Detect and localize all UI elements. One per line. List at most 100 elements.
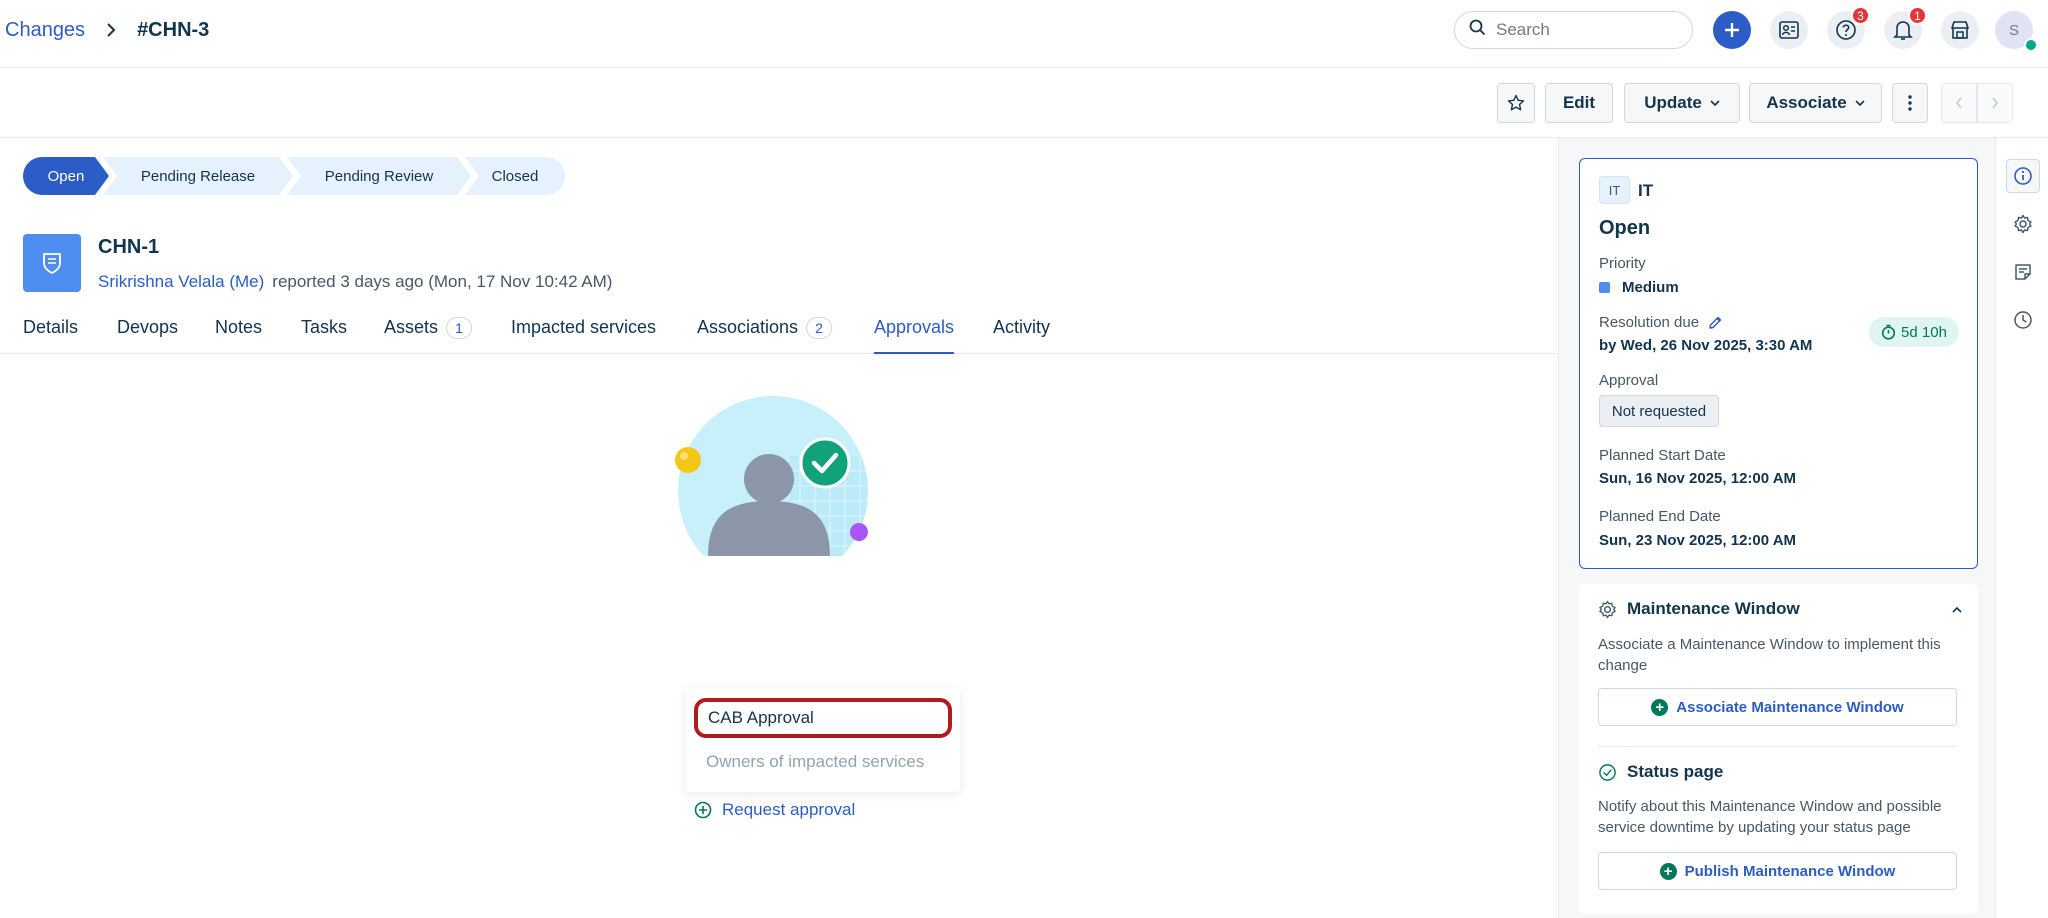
plus-circle-icon: +: [1651, 698, 1669, 716]
top-header: Changes #CHN-3 3 1 S: [0, 0, 2048, 68]
apps-button[interactable]: [1941, 11, 1979, 49]
search-input[interactable]: [1496, 20, 1676, 40]
status-step-closed[interactable]: Closed: [465, 157, 565, 195]
help-badge: 3: [1851, 6, 1870, 25]
planned-start-label: Planned Start Date: [1599, 447, 1726, 464]
tab-label: Notes: [215, 317, 263, 337]
tab-label: Details: [23, 317, 79, 337]
sla-timer-badge: 5d 10h: [1869, 317, 1959, 347]
update-button[interactable]: Update: [1624, 83, 1740, 123]
associations-count: 2: [806, 317, 833, 339]
settings-panel-button[interactable]: [2006, 207, 2040, 241]
associate-label: Associate: [1766, 93, 1847, 112]
tab-label: Assets: [384, 317, 439, 337]
priority-value: Medium: [1599, 279, 1679, 296]
history-panel-button[interactable]: [2006, 303, 2040, 337]
notes-panel-button[interactable]: [2006, 255, 2040, 289]
status-step-pending-review[interactable]: Pending Review: [287, 157, 471, 195]
tab-bar: Details Devops Notes Tasks Assets 1 Impac…: [0, 314, 1558, 354]
ticket-title: CHN-1: [98, 236, 160, 258]
tab-impacted-services[interactable]: Impacted services: [511, 314, 656, 354]
chevron-down-icon: [1710, 99, 1720, 106]
publish-maintenance-window-button[interactable]: + Publish Maintenance Window: [1598, 852, 1957, 890]
workflow-status-bar: Open Pending Release Pending Review Clos…: [23, 157, 565, 195]
favorite-button[interactable]: [1497, 83, 1535, 123]
more-options-button[interactable]: [1892, 83, 1928, 123]
chevron-right-icon: [99, 18, 123, 42]
next-record-button[interactable]: [1977, 83, 2013, 123]
tab-label: Activity: [993, 317, 1051, 337]
status-step-pending-release[interactable]: Pending Release: [103, 157, 293, 195]
tab-details[interactable]: Details: [23, 314, 78, 354]
info-panel-button[interactable]: [2006, 159, 2040, 193]
admin-button[interactable]: [1770, 11, 1808, 49]
planned-end-label: Planned End Date: [1599, 508, 1721, 525]
new-item-button[interactable]: [1713, 11, 1751, 49]
reporter-link[interactable]: Srikrishna Velala (Me): [98, 272, 264, 292]
gear-icon: [2014, 214, 2032, 234]
request-approval-link[interactable]: Request approval: [694, 800, 855, 820]
notifications-button[interactable]: 1: [1884, 6, 1927, 49]
search-icon: [1469, 19, 1486, 41]
search-box[interactable]: [1454, 11, 1693, 49]
tab-notes[interactable]: Notes: [215, 314, 262, 354]
reported-time: reported 3 days ago (Mon, 17 Nov 10:42 A…: [272, 272, 613, 291]
priority-text: Medium: [1622, 279, 1679, 296]
workspace-chip: IT: [1599, 176, 1630, 204]
maintenance-window-title: Maintenance Window: [1627, 599, 1800, 618]
tab-tasks[interactable]: Tasks: [301, 314, 347, 354]
tab-label: Devops: [117, 317, 179, 337]
maintenance-card: Maintenance Window Associate a Maintenan…: [1579, 584, 1978, 914]
tab-assets[interactable]: Assets 1: [384, 314, 473, 354]
clock-icon: [2014, 311, 2032, 329]
edit-button[interactable]: Edit: [1545, 83, 1613, 123]
admin-icon: [1779, 21, 1799, 39]
pencil-icon[interactable]: [1707, 315, 1723, 331]
details-panel: IT IT Open Priority Medium Resolution du…: [1559, 138, 1995, 918]
change-type-icon: [23, 234, 81, 292]
approval-label: Approval: [1599, 372, 1659, 389]
approval-card[interactable]: CAB Approval Owners of impacted services: [686, 688, 960, 792]
status-step-open[interactable]: Open: [23, 157, 109, 195]
breadcrumb-current: #CHN-3: [137, 18, 210, 41]
tab-label: Approvals: [874, 317, 955, 337]
more-vertical-icon: [1908, 95, 1912, 111]
approval-illustration: [675, 396, 868, 556]
right-icon-rail: [1995, 138, 2048, 918]
info-icon: [2014, 167, 2032, 185]
apps-icon: [1950, 21, 1970, 39]
plus-circle-icon: [694, 801, 712, 819]
breadcrumb-changes-link[interactable]: Changes: [5, 19, 85, 42]
sla-value: 5d 10h: [1901, 323, 1947, 341]
plus-icon: [1725, 23, 1739, 37]
workspace-name: IT: [1638, 181, 1654, 200]
maintenance-window-description: Associate a Maintenance Window to implem…: [1598, 636, 1941, 674]
tab-label: Tasks: [301, 317, 348, 337]
star-icon: [1507, 94, 1525, 111]
status-page-icon: [1599, 763, 1616, 781]
update-label: Update: [1644, 93, 1702, 112]
breadcrumb: Changes #CHN-3: [5, 18, 209, 42]
help-button[interactable]: 3: [1827, 6, 1870, 49]
tab-associations[interactable]: Associations 2: [697, 314, 833, 354]
maintenance-window-header[interactable]: Maintenance Window: [1598, 599, 1800, 619]
gear-icon: [1599, 600, 1616, 618]
associate-maintenance-window-label: Associate Maintenance Window: [1676, 698, 1904, 716]
planned-start-value: Sun, 16 Nov 2025, 12:00 AM: [1599, 470, 1797, 487]
ticket-meta: Srikrishna Velala (Me) reported 3 days a…: [98, 272, 612, 292]
chevron-down-icon: [1855, 99, 1865, 106]
associate-maintenance-window-button[interactable]: + Associate Maintenance Window: [1598, 688, 1957, 726]
associate-button[interactable]: Associate: [1749, 83, 1882, 123]
properties-card: IT IT Open Priority Medium Resolution du…: [1579, 158, 1978, 569]
planned-end-value: Sun, 23 Nov 2025, 12:00 AM: [1599, 532, 1797, 549]
action-bar: Edit Update Associate: [0, 68, 2048, 138]
note-icon: [2015, 264, 2031, 280]
tab-activity[interactable]: Activity: [993, 314, 1050, 354]
tab-devops[interactable]: Devops: [117, 314, 178, 354]
status-page-description: Notify about this Maintenance Window and…: [1598, 798, 1942, 836]
tab-approvals[interactable]: Approvals: [874, 314, 955, 354]
chevron-up-icon[interactable]: [1952, 606, 1962, 613]
assets-count: 1: [446, 317, 473, 339]
previous-record-button[interactable]: [1941, 83, 1977, 123]
cab-approval-title[interactable]: CAB Approval: [694, 698, 952, 738]
